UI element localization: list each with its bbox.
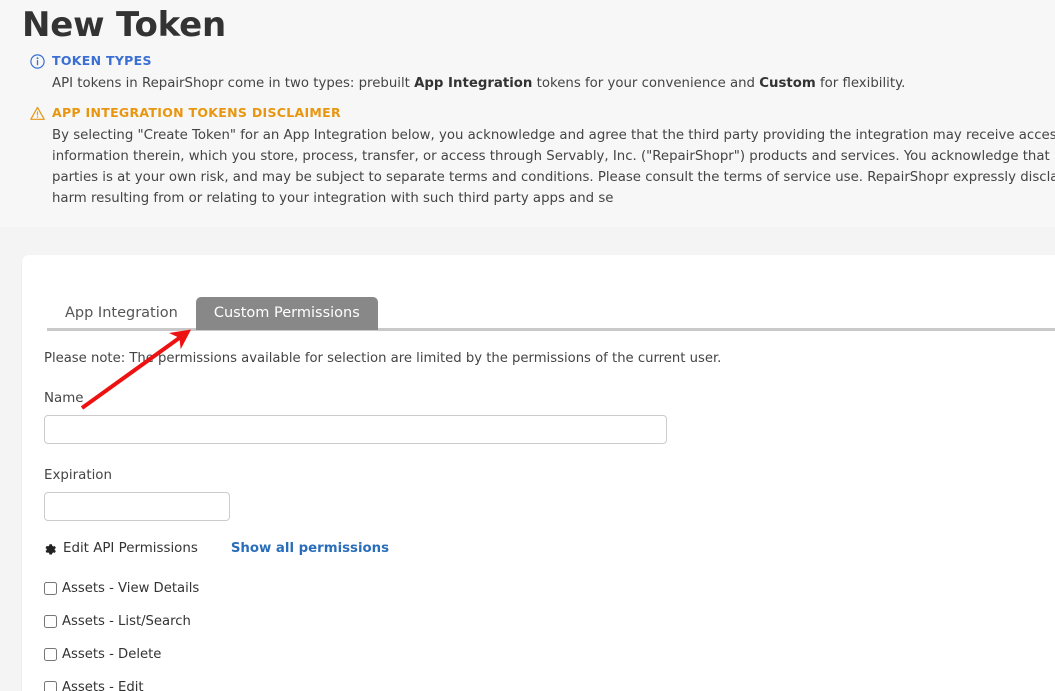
tab-bar: App Integration Custom Permissions <box>22 255 1055 331</box>
token-form-card: App Integration Custom Permissions Pleas… <box>22 255 1055 691</box>
show-all-permissions-link[interactable]: Show all permissions <box>231 540 389 558</box>
page-title: New Token <box>22 5 226 45</box>
notice-text-bold-custom: Custom <box>759 76 816 91</box>
notice-token-types-body: API tokens in RepairShopr come in two ty… <box>30 73 1055 94</box>
info-circle-icon <box>30 53 45 69</box>
permission-checkbox[interactable] <box>44 615 57 628</box>
custom-permissions-panel: Please note: The permissions available f… <box>22 328 1055 691</box>
please-note-text: Please note: The permissions available f… <box>44 351 722 366</box>
permission-label: Assets - Delete <box>62 647 162 662</box>
notice-token-types-heading: TOKEN TYPES <box>30 52 1055 70</box>
notice-disclaimer-body: By selecting "Create Token" for an App I… <box>52 128 1055 206</box>
permission-checkbox[interactable] <box>44 582 57 595</box>
tab-app-integration[interactable]: App Integration <box>47 297 196 330</box>
permissions-header: Edit API Permissions Show all permission… <box>44 540 1055 558</box>
list-item[interactable]: Assets - Delete <box>44 638 1055 671</box>
notice-text-prefix: API tokens in RepairShopr come in two ty… <box>52 76 415 91</box>
gear-icon <box>44 543 57 556</box>
list-item[interactable]: Assets - List/Search <box>44 605 1055 638</box>
notice-text-bold-app-integration: App Integration <box>414 76 533 91</box>
list-item[interactable]: Assets - View Details <box>44 572 1055 605</box>
tab-custom-permissions[interactable]: Custom Permissions <box>195 297 378 330</box>
permissions-header-title: Edit API Permissions <box>63 541 198 556</box>
warning-triangle-icon <box>30 106 45 121</box>
name-input[interactable] <box>44 415 667 444</box>
notice-text-suffix: for flexibility. <box>815 76 906 91</box>
permission-label: Assets - Edit <box>62 680 144 691</box>
notice-disclaimer-title: APP INTEGRATION TOKENS DISCLAIMER <box>52 105 341 120</box>
permission-checkbox[interactable] <box>44 681 57 691</box>
notice-token-types: TOKEN TYPES API tokens in RepairShopr co… <box>0 52 1055 94</box>
expiration-field-label: Expiration <box>44 468 112 483</box>
permission-checkbox[interactable] <box>44 648 57 661</box>
expiration-input[interactable] <box>44 492 230 521</box>
screen: New Token TOKEN TYPES API tokens in Repa… <box>0 0 1055 691</box>
notice-disclaimer: APP INTEGRATION TOKENS DISCLAIMER By sel… <box>0 104 1055 209</box>
notice-text-middle: tokens for your convenience and <box>532 76 760 91</box>
notice-token-types-title: TOKEN TYPES <box>52 53 152 68</box>
permissions-list: Assets - View Details Assets - List/Sear… <box>44 572 1055 691</box>
notice-disclaimer-heading: APP INTEGRATION TOKENS DISCLAIMER <box>30 104 1055 122</box>
tab-strip: App Integration Custom Permissions <box>47 297 1055 330</box>
permission-label: Assets - View Details <box>62 581 200 596</box>
name-field-label: Name <box>44 391 84 406</box>
intro-section: New Token TOKEN TYPES API tokens in Repa… <box>0 0 1055 227</box>
permission-label: Assets - List/Search <box>62 614 191 629</box>
list-item[interactable]: Assets - Edit <box>44 671 1055 691</box>
